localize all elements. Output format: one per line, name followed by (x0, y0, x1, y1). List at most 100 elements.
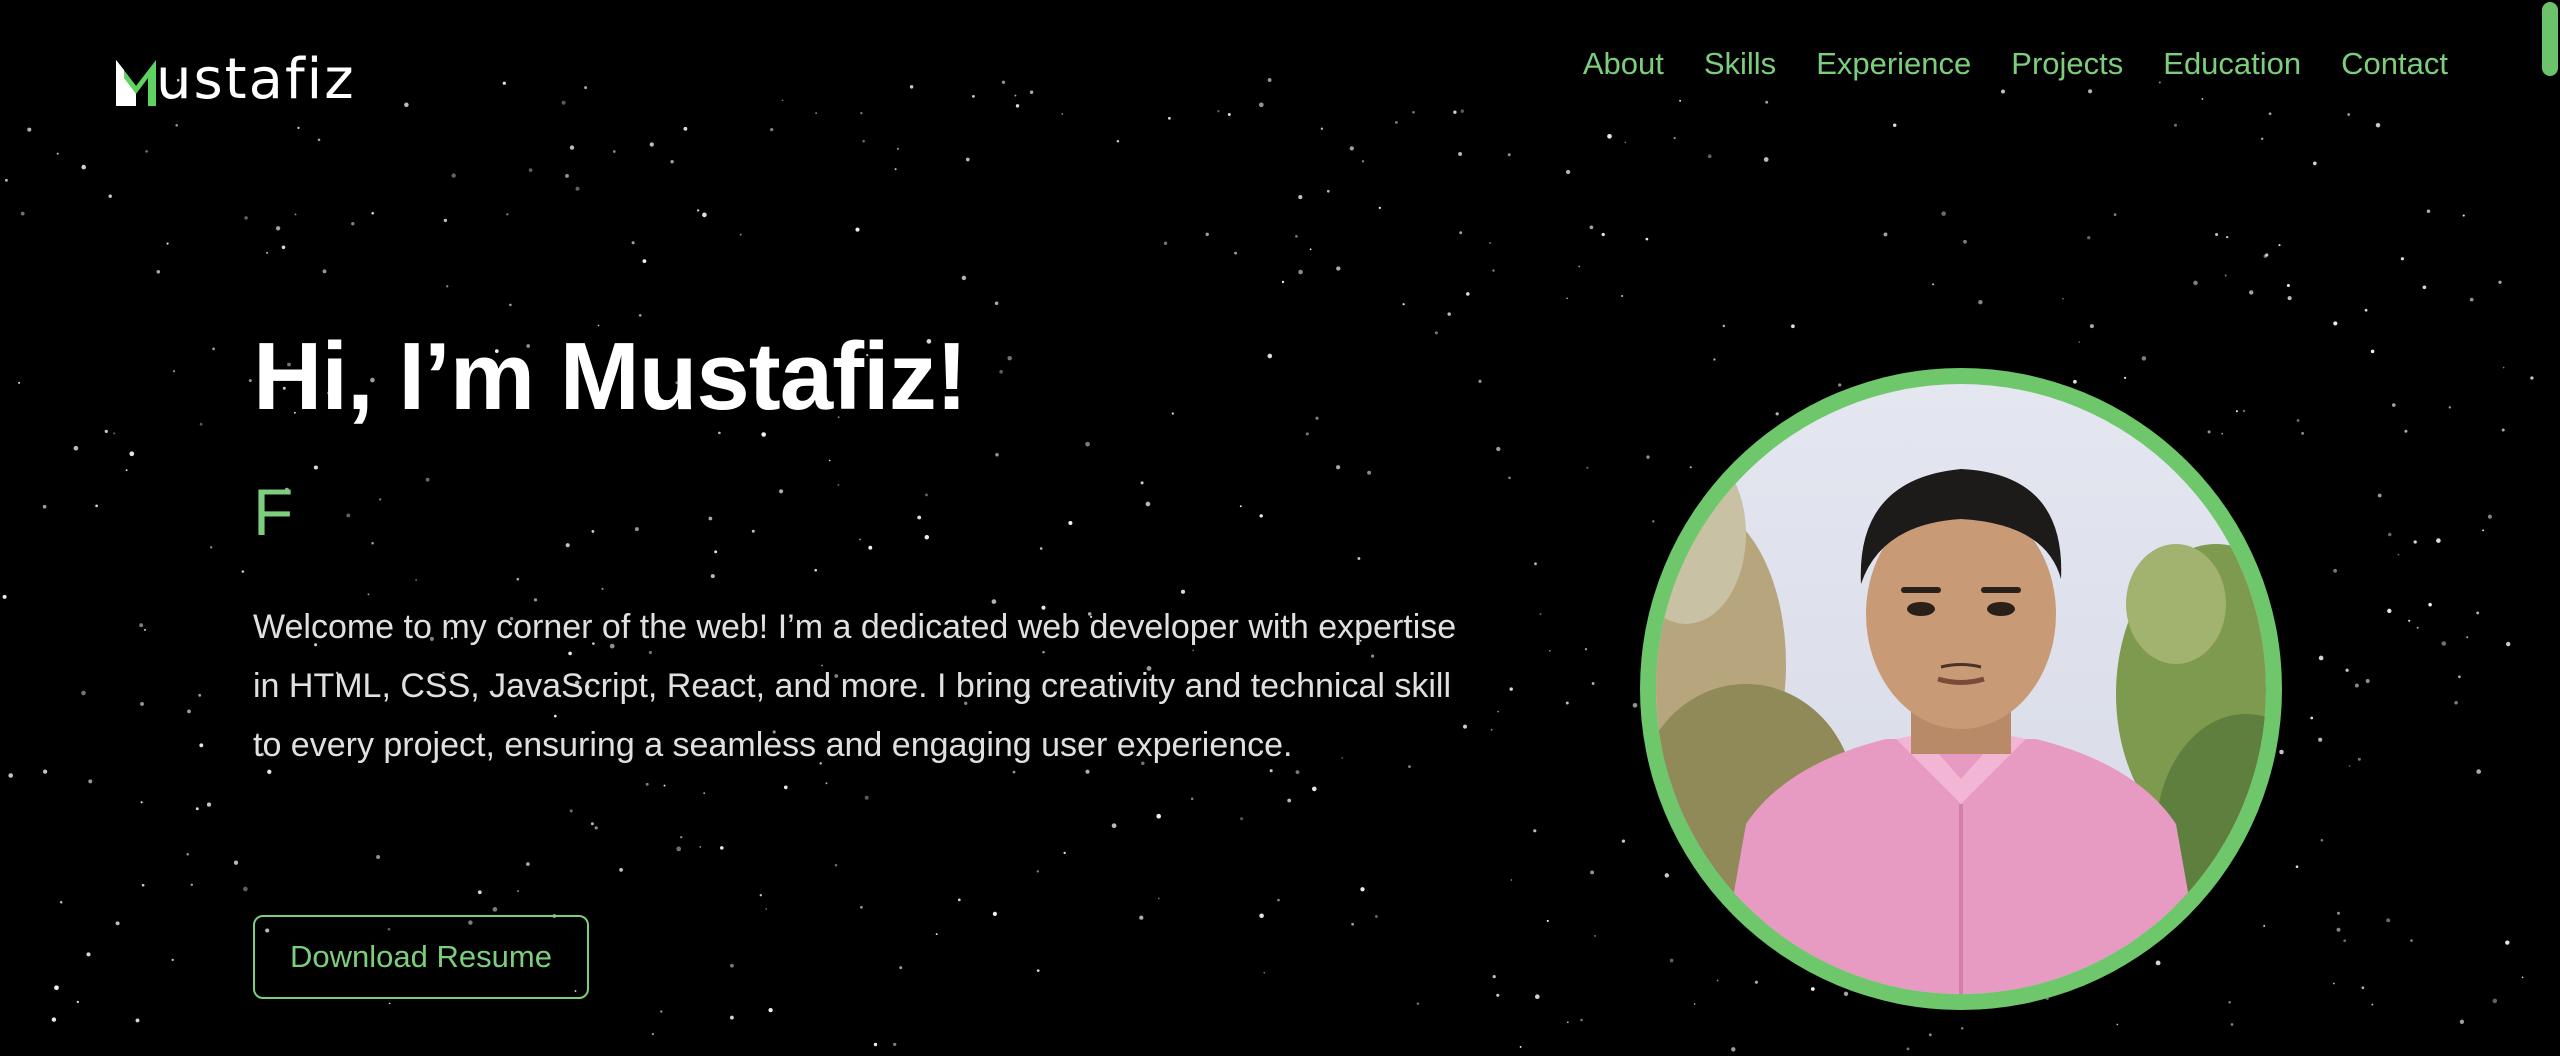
star-dot (2295, 865, 2299, 869)
star-dot (95, 504, 98, 508)
star-dot (1883, 232, 1888, 237)
star-dot (1277, 898, 1280, 902)
star-dot (2141, 356, 2147, 361)
star-dot (1492, 269, 1495, 272)
star-dot (2, 594, 7, 599)
star-dot (860, 905, 863, 909)
star-dot (1590, 870, 1595, 875)
star-dot (660, 1010, 663, 1013)
star-dot (502, 81, 506, 85)
star-dot (2078, 341, 2081, 343)
star-dot (1039, 547, 1043, 550)
site-logo[interactable]: ustafiz (114, 44, 356, 108)
star-dot (2408, 619, 2411, 622)
nav-link-contact[interactable]: Contact (2341, 44, 2448, 84)
star-dot (199, 422, 203, 426)
star-dot (2286, 283, 2290, 288)
star-dot (1412, 110, 1415, 114)
star-dot (683, 126, 688, 131)
star-dot (1402, 303, 1405, 306)
star-dot (528, 168, 533, 172)
star-dot (2320, 838, 2324, 842)
star-dot (2215, 232, 2219, 237)
star-dot (376, 854, 381, 860)
download-resume-button[interactable]: Download Resume (253, 915, 589, 999)
star-dot (2347, 113, 2351, 116)
star-dot (2357, 757, 2361, 761)
star-dot (294, 213, 297, 216)
star-dot (994, 301, 999, 305)
star-dot (2392, 403, 2396, 407)
star-dot (1458, 152, 1463, 156)
star-dot (18, 381, 21, 384)
star-dot (1490, 728, 1493, 731)
star-dot (708, 516, 713, 521)
star-dot (1001, 80, 1006, 84)
nav-link-projects[interactable]: Projects (2011, 44, 2123, 84)
star-dot (1180, 589, 1186, 594)
nav-link-skills[interactable]: Skills (1704, 44, 1776, 84)
star-dot (199, 743, 204, 748)
star-dot (2506, 641, 2511, 647)
star-dot (1566, 297, 1568, 300)
star-dot (2482, 529, 2485, 532)
star-dot (765, 908, 768, 910)
star-dot (2404, 429, 2408, 433)
star-dot (1932, 283, 1935, 286)
star-dot (1928, 1033, 1932, 1037)
star-dot (1621, 839, 1626, 843)
star-dot (322, 269, 327, 274)
star-dot (972, 95, 975, 98)
star-dot (1360, 887, 1365, 892)
star-dot (2089, 324, 2094, 329)
page-scrollbar[interactable] (2540, 0, 2560, 1056)
star-dot (2230, 1023, 2234, 1026)
star-dot (140, 801, 143, 804)
star-dot (1357, 557, 1361, 560)
star-dot (1465, 292, 1470, 296)
star-dot (244, 216, 248, 220)
star-dot (645, 782, 649, 786)
star-dot (1140, 481, 1144, 485)
star-dot (2221, 432, 2224, 435)
star-dot (141, 883, 145, 887)
star-dot (1632, 702, 1638, 708)
star-dot (1029, 90, 1034, 95)
star-dot (1621, 295, 1624, 297)
star-dot (862, 139, 865, 143)
star-dot (601, 587, 604, 590)
star-dot (663, 784, 666, 787)
star-dot (1645, 237, 1649, 241)
star-dot (2333, 568, 2337, 573)
star-dot (115, 921, 120, 926)
star-dot (1810, 987, 1815, 991)
star-dot (2361, 986, 2365, 989)
nav-link-education[interactable]: Education (2163, 44, 2301, 84)
star-dot (1281, 280, 1285, 284)
star-dot (76, 1000, 80, 1004)
star-dot (1763, 157, 1769, 162)
star-dot (860, 111, 863, 115)
star-dot (855, 227, 860, 232)
star-dot (2301, 432, 2304, 435)
star-dot (2400, 257, 2404, 261)
star-dot (814, 568, 817, 572)
nav-link-about[interactable]: About (1583, 44, 1664, 84)
nav-link-experience[interactable]: Experience (1816, 44, 1971, 84)
star-dot (1689, 466, 1692, 469)
star-dot (2354, 683, 2359, 688)
star-dot (2228, 1000, 2231, 1004)
star-dot (81, 164, 86, 170)
star-dot (1267, 78, 1272, 82)
scrollbar-thumb[interactable] (2542, 2, 2558, 76)
star-dot (1267, 353, 1273, 359)
star-dot (1510, 879, 1513, 881)
star-dot (2370, 349, 2375, 354)
star-dot (233, 860, 239, 865)
star-dot (1234, 251, 1237, 255)
star-dot (961, 275, 967, 281)
star-dot (1305, 432, 1309, 436)
star-dot (1546, 919, 1549, 922)
star-dot (634, 527, 639, 532)
star-dot (1007, 355, 1012, 361)
